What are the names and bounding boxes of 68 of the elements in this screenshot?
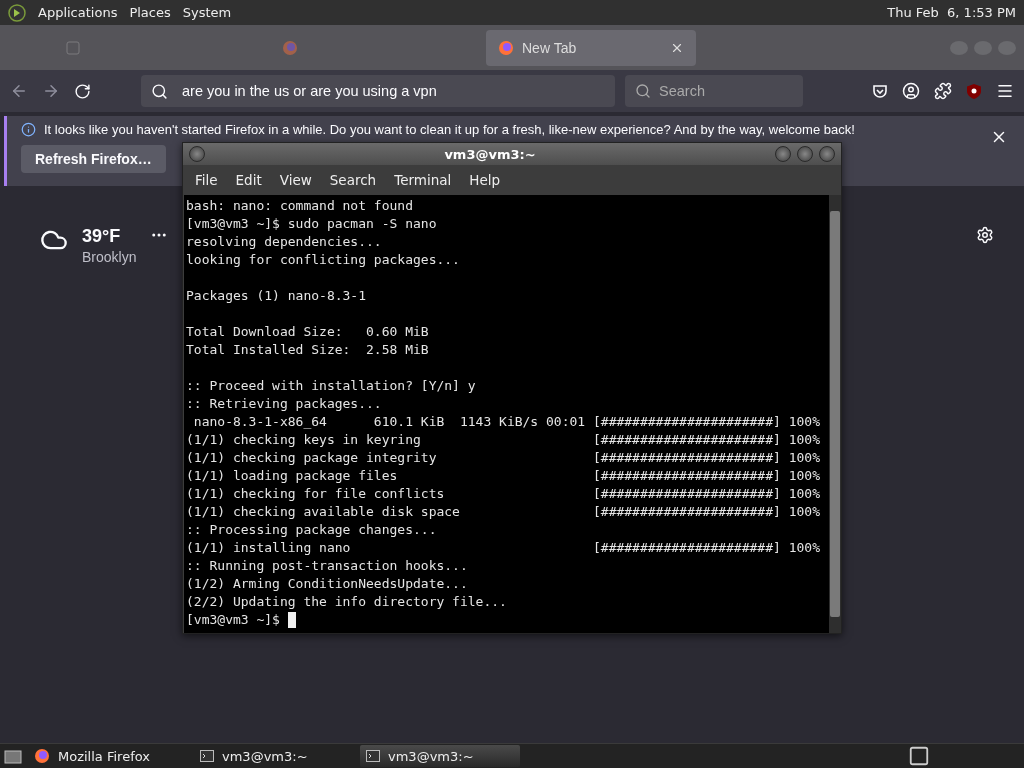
notification-message: It looks like you haven't started Firefox in a while. Do you want to clean it up for a fresh, like-new experience? And by the way, welcome back! [44,122,855,137]
forward-icon[interactable] [42,82,60,100]
terminal-prompt: [vm3@vm3 ~]$ [186,611,281,629]
distro-logo-icon [8,3,26,22]
menu-item[interactable]: View [271,170,320,190]
terminal-line: bash: nano: command not found [186,197,414,215]
taskbar-item[interactable]: vm3@vm3:~ [194,745,354,767]
panel-menu[interactable]: Applications [38,5,118,20]
extensions-icon[interactable] [934,82,952,100]
terminal-line: nano-8.3-1-x86_64 610.1 KiB 1143 KiB/s 00:01 [######################] 100% [192,413,821,431]
settings-icon[interactable] [976,226,994,244]
terminal-line: (1/1) loading package files [######################] 100% [186,467,821,485]
terminal-line: (1/1) checking package integrity [######################] 100% [186,449,821,467]
page-icon [66,40,80,55]
firefox-icon [498,39,514,56]
account-icon[interactable] [902,82,920,100]
terminal-line: Packages (1) nano-8.3-1 [186,287,367,305]
info-icon [21,122,36,137]
taskbar-item[interactable]: Mozilla Firefox [28,745,188,767]
refresh-button[interactable]: Refresh Firefox… [21,145,166,173]
window-title: vm3@vm3:~ [443,146,537,162]
menu-item[interactable]: Edit [227,170,270,190]
terminal-line: :: Retrieving packages... [186,395,383,413]
panel-menu[interactable]: Places [129,5,171,20]
shield-icon[interactable] [966,82,982,100]
reload-icon[interactable] [74,82,91,100]
pocket-icon[interactable] [872,83,888,99]
terminal-icon [200,750,214,762]
minimize-icon[interactable] [775,146,791,162]
panel-menu[interactable]: System [182,5,232,20]
search-field[interactable]: Search [625,75,803,107]
search-icon [635,83,651,99]
terminal-line: (1/2) Arming ConditionNeedsUpdate... [186,575,469,593]
terminal-line: [vm3@vm3 ~]$ sudo pacman -S nano [186,215,438,233]
workspace-icon[interactable] [908,745,930,767]
menu-item[interactable]: Search [321,170,385,190]
firefox-icon [34,748,50,764]
taskbar-item[interactable]: vm3@vm3:~ [360,745,520,767]
menu-item[interactable]: Terminal [386,170,460,190]
terminal-line: resolving dependencies... [186,233,383,251]
show-desktop-icon[interactable] [4,748,22,764]
back-icon[interactable] [10,82,28,100]
menu-item[interactable]: File [187,170,226,190]
search-icon [151,82,168,100]
text-cursor [287,612,296,628]
maximize-icon[interactable] [797,146,813,162]
terminal-icon [366,750,380,762]
terminal-line: (1/1) installing nano [######################] 100% [186,539,821,557]
terminal-line: looking for conflicting packages... [186,251,461,269]
terminal-line: :: Processing package changes... [186,521,438,539]
temperature: 39°F [82,226,122,247]
scrollbar[interactable] [829,195,841,633]
terminal-line: Total Download Size: 0.60 MiB [186,323,430,341]
menu-item[interactable]: Help [461,170,509,190]
terminal-line: Total Installed Size: 2.58 MiB [186,341,430,359]
terminal-line: :: Running post-transaction hooks... [186,557,469,575]
clock[interactable]: Thu Feb 6, 1:53 PM [887,5,1016,20]
firefox-icon [282,39,298,56]
terminal-line: (1/1) checking for file conflicts [######################] 100% [186,485,821,503]
menu-icon[interactable] [996,82,1014,100]
window-menu-icon[interactable] [189,146,205,162]
terminal-line: (1/1) checking available disk space [######################] 100% [186,503,821,521]
browser-tab[interactable]: New Tab [486,29,696,66]
terminal-line: :: Proceed with installation? [Y/n] y [186,377,477,395]
location: Brooklyn [82,249,137,265]
terminal-line: (2/2) Updating the info directory file... [186,593,508,611]
address-bar[interactable]: are you in the us or are you using a vpn [141,75,615,107]
terminal-line: (1/1) checking keys in keyring [######################] 100% [186,431,821,449]
